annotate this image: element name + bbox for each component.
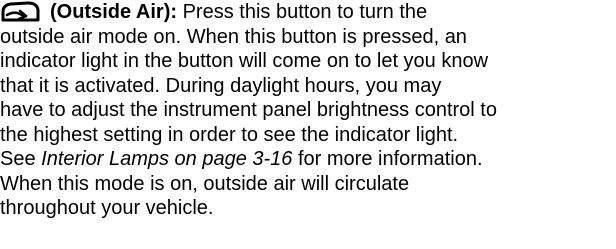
text-line-7: See Interior Lamps on page 3-16 for more…: [0, 147, 616, 172]
document-page: (Outside Air): Press this button to turn…: [0, 0, 616, 249]
line-1-text: Press this button to turn the: [177, 1, 428, 23]
text-line-9: throughout your vehicle.: [0, 197, 214, 219]
text-line-4: that it is activated. During daylight ho…: [0, 74, 442, 97]
more-info-text: for more information.: [292, 148, 483, 170]
text-line-6: the highest setting in order to see the …: [0, 123, 459, 146]
text-line-5: have to adjust the instrument panel brig…: [0, 99, 497, 121]
text-line-1: (Outside Air): Press this button to turn…: [0, 0, 616, 25]
text-line-3: indicator light in the button will come …: [0, 50, 489, 72]
text-line-2: outside air mode on. When this button is…: [0, 25, 467, 48]
cross-reference: Interior Lamps on page 3-16: [41, 148, 293, 170]
text-line-8: When this mode is on, outside air will c…: [0, 172, 410, 195]
section-heading: (Outside Air):: [50, 1, 178, 23]
see-text: See: [0, 148, 42, 170]
outside-air-icon: [0, 0, 42, 22]
